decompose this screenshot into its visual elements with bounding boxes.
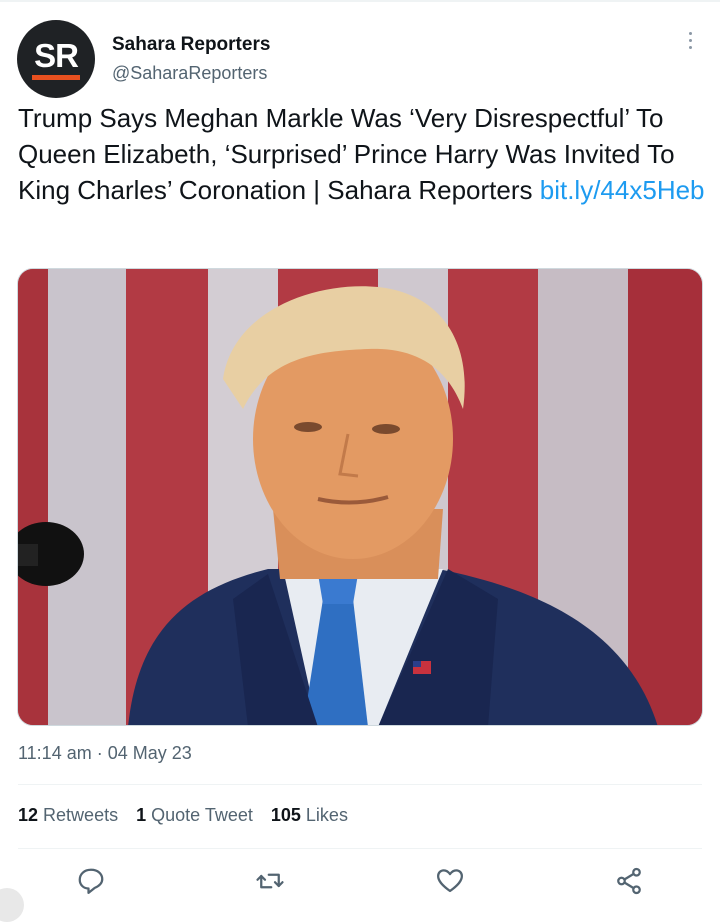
retweets-count: 12 [18,805,39,825]
likes-count: 105 [270,805,301,825]
divider [18,784,702,785]
tweet-link[interactable]: bit.ly/44x5Heb [540,175,705,205]
quote-tweets-count: 1 [136,805,147,825]
avatar-logo-bar [32,74,80,80]
action-bar [0,866,720,902]
retweets-label: Retweets [43,805,119,825]
retweets-stat[interactable]: 12 Retweets [18,805,118,826]
divider [18,848,702,849]
display-name[interactable]: Sahara Reporters [112,34,270,56]
tweet-photo[interactable] [17,268,703,726]
user-handle[interactable]: @SaharaReporters [112,63,267,84]
share-icon[interactable] [614,866,644,896]
quote-tweets-label: Quote Tweet [151,805,253,825]
top-border [0,0,720,2]
photo-illustration [18,269,702,725]
retweet-icon[interactable] [255,866,285,896]
more-options-icon[interactable] [686,32,694,49]
likes-stat[interactable]: 105 Likes [271,805,348,826]
quote-tweets-stat[interactable]: 1 Quote Tweet [136,805,253,826]
avatar-logo-text: SR [34,36,79,74]
tweet-text: Trump Says Meghan Markle Was ‘Very Disre… [18,100,708,208]
tweet-timestamp[interactable]: 11:14 am · 04 May 23 [18,743,192,764]
avatar[interactable]: SR [17,20,95,98]
likes-label: Likes [305,805,348,825]
heart-icon[interactable] [435,866,465,896]
reply-icon[interactable] [76,866,106,896]
engagement-stats: 12 Retweets 1 Quote Tweet 105 Likes [18,805,348,826]
